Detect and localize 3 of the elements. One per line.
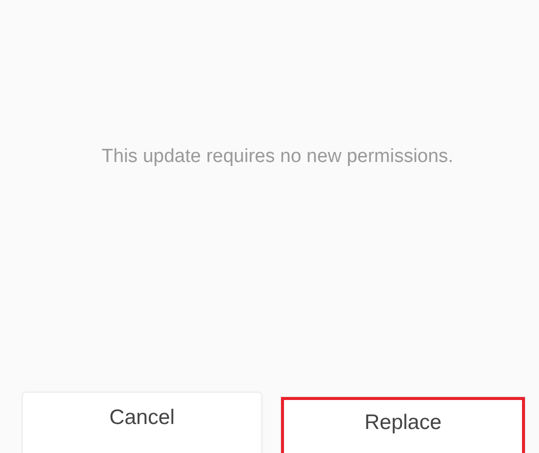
cancel-button[interactable]: Cancel [22,392,262,453]
replace-button[interactable]: Replace [281,397,525,453]
permissions-message: This update requires no new permissions. [100,146,454,168]
